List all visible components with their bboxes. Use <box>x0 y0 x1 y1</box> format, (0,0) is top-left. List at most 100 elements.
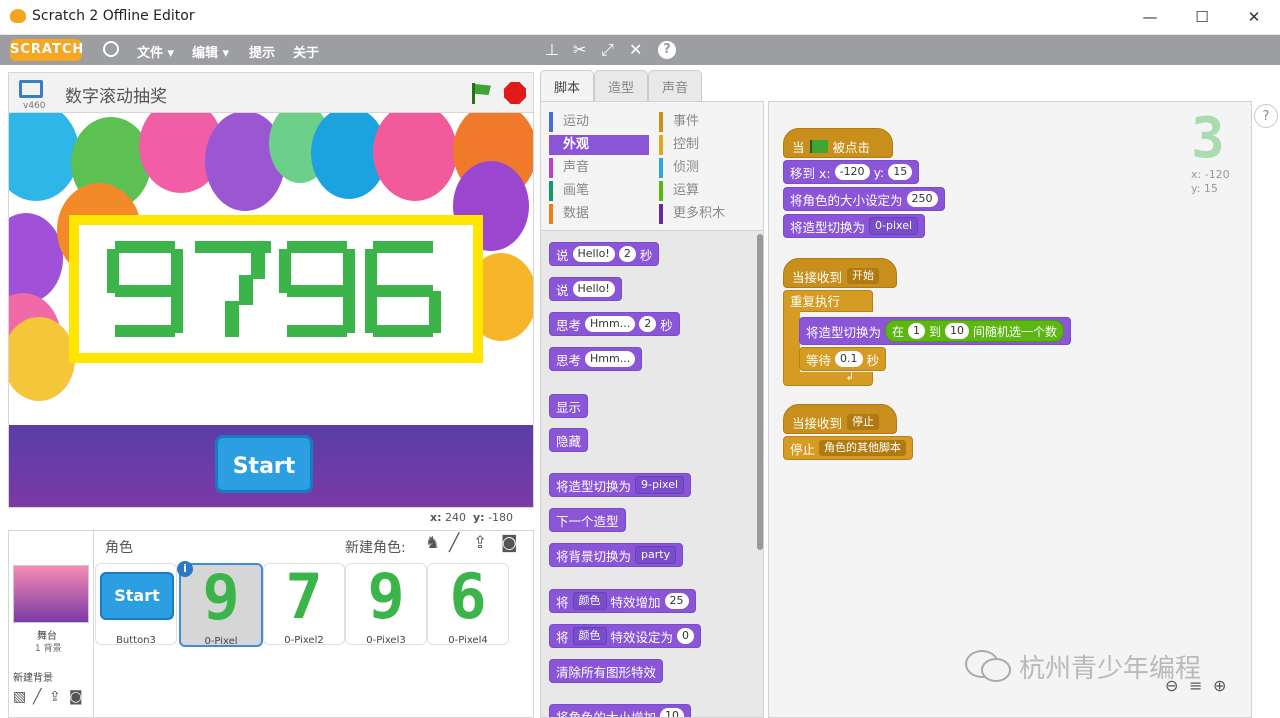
camera-backdrop-icon[interactable]: ◙ <box>69 689 83 705</box>
paint-backdrop-icon[interactable]: ╱ <box>33 689 41 705</box>
sprite-thumb-0-pixel3[interactable]: 9 0-Pixel3 <box>345 563 427 645</box>
block-dropdown[interactable]: 9-pixel <box>635 476 684 494</box>
block-switch-costume-random[interactable]: 将造型切换为 在 1 到 10 间随机选一个数 <box>799 317 1071 345</box>
block-set-size[interactable]: 将角色的大小设定为 250 <box>783 187 945 211</box>
tab-sounds[interactable]: 声音 <box>648 70 702 101</box>
hat-when-receive-start[interactable]: 当接收到 开始 <box>783 258 897 288</box>
block-dropdown[interactable]: party <box>635 546 676 564</box>
palette-scrollbar[interactable] <box>757 234 763 550</box>
block-input[interactable]: Hmm... <box>585 316 635 332</box>
block-forever[interactable]: 重复执行 <box>783 290 873 312</box>
category-data[interactable]: 数据 <box>549 204 649 224</box>
block-input[interactable]: 25 <box>665 593 689 609</box>
category-pen[interactable]: 画笔 <box>549 181 649 201</box>
zoom-reset-icon[interactable]: ≡ <box>1189 676 1202 695</box>
category-events[interactable]: 事件 <box>659 112 759 132</box>
block-say[interactable]: 说 Hello! <box>549 277 622 301</box>
block-dropdown[interactable]: 颜色 <box>573 592 607 610</box>
category-control[interactable]: 控制 <box>659 135 759 155</box>
backdrop-library-icon[interactable]: ▧ <box>13 689 26 705</box>
sprite-thumb-0-pixel-selected[interactable]: i 9 0-Pixel <box>179 563 263 647</box>
category-sound[interactable]: 声音 <box>549 158 649 178</box>
block-dropdown[interactable]: 停止 <box>847 414 879 430</box>
stage-thumbnail[interactable] <box>13 565 89 623</box>
block-switch-backdrop[interactable]: 将背景切换为 party <box>549 543 683 567</box>
hat-when-receive-stop[interactable]: 当接收到 停止 <box>783 404 897 434</box>
block-input[interactable]: 1 <box>908 323 925 339</box>
block-input[interactable]: -120 <box>835 164 870 180</box>
block-dropdown[interactable]: 颜色 <box>573 627 607 645</box>
block-input[interactable]: Hello! <box>573 246 615 262</box>
block-switch-costume[interactable]: 将造型切换为 9-pixel <box>549 473 691 497</box>
block-help-icon[interactable]: ? <box>658 41 676 59</box>
green-flag-icon[interactable] <box>469 81 493 105</box>
fullscreen-icon[interactable] <box>19 80 43 98</box>
project-title[interactable]: 数字滚动抽奖 <box>65 82 167 107</box>
tab-scripts[interactable]: 脚本 <box>540 70 594 101</box>
category-operators[interactable]: 运算 <box>659 181 759 201</box>
block-input[interactable]: 250 <box>907 191 938 207</box>
block-input[interactable]: 0 <box>677 628 694 644</box>
block-say-for-secs[interactable]: 说 Hello! 2 秒 <box>549 242 659 266</box>
globe-icon[interactable] <box>103 41 119 57</box>
block-input[interactable]: Hmm... <box>585 351 635 367</box>
start-button[interactable]: Start <box>215 435 313 493</box>
duplicate-stamp-icon[interactable]: ⊥ <box>545 40 559 59</box>
block-clear-effects[interactable]: 清除所有图形特效 <box>549 659 663 683</box>
block-stop[interactable]: 停止 角色的其他脚本 <box>783 436 913 460</box>
category-sensing[interactable]: 侦测 <box>659 158 759 178</box>
help-icon[interactable]: ? <box>1254 104 1278 128</box>
upload-sprite-icon[interactable]: ⇪ <box>473 533 487 553</box>
camera-sprite-icon[interactable]: ◙ <box>501 533 518 553</box>
delete-scissors-icon[interactable]: ✂ <box>573 40 586 59</box>
zoom-in-icon[interactable]: ⊕ <box>1213 676 1226 695</box>
block-input[interactable]: Hello! <box>573 281 615 297</box>
block-next-costume[interactable]: 下一个造型 <box>549 508 626 532</box>
category-motion[interactable]: 运动 <box>549 112 649 132</box>
block-input[interactable]: 2 <box>639 316 656 332</box>
sprite-library-icon[interactable]: ♞ <box>425 533 440 553</box>
block-think[interactable]: 思考 Hmm... <box>549 347 642 371</box>
category-more-blocks[interactable]: 更多积木 <box>659 204 759 224</box>
grow-icon[interactable]: ⤢ <box>601 40 614 60</box>
category-looks[interactable]: 外观 <box>549 135 649 155</box>
block-dropdown[interactable]: 角色的其他脚本 <box>819 440 906 456</box>
sprite-thumb-0-pixel4[interactable]: 6 0-Pixel4 <box>427 563 509 645</box>
block-go-to-xy[interactable]: 移到 x: -120 y: 15 <box>783 160 919 184</box>
block-switch-costume-script[interactable]: 将造型切换为 0-pixel <box>783 214 925 238</box>
stop-sign-icon[interactable] <box>504 82 526 104</box>
block-input[interactable]: 10 <box>945 323 969 339</box>
block-text: 说 <box>556 245 569 264</box>
paint-sprite-icon[interactable]: ╱ <box>449 533 459 553</box>
scratch-logo[interactable]: SCRATCH <box>10 39 82 61</box>
block-think-for-secs[interactable]: 思考 Hmm... 2 秒 <box>549 312 680 336</box>
block-pick-random[interactable]: 在 1 到 10 间随机选一个数 <box>885 320 1064 342</box>
block-dropdown[interactable]: 开始 <box>847 268 879 284</box>
maximize-button[interactable]: ☐ <box>1176 0 1228 34</box>
sprite-thumb-button3[interactable]: Start Button3 <box>95 563 177 645</box>
block-input[interactable]: 15 <box>888 164 912 180</box>
block-set-effect[interactable]: 将 颜色 特效设定为 0 <box>549 624 701 648</box>
shrink-icon[interactable]: ✕ <box>629 40 642 59</box>
menu-file[interactable]: 文件 ▾ <box>137 42 174 61</box>
stage-canvas[interactable]: Start <box>8 112 534 508</box>
block-dropdown[interactable]: 0-pixel <box>869 217 918 235</box>
block-hide[interactable]: 隐藏 <box>549 428 588 452</box>
zoom-out-icon[interactable]: ⊖ <box>1165 676 1178 695</box>
menu-tips[interactable]: 提示 <box>249 42 275 61</box>
script-area[interactable]: 当 被点击 移到 x: -120 y: 15 将角色的大小设定为 250 将造型… <box>768 101 1252 718</box>
tab-costumes[interactable]: 造型 <box>594 70 648 101</box>
upload-backdrop-icon[interactable]: ⇪ <box>49 689 61 705</box>
close-button[interactable]: ✕ <box>1228 0 1280 34</box>
block-input[interactable]: 2 <box>619 246 636 262</box>
menu-about[interactable]: 关于 <box>293 42 319 61</box>
block-input[interactable]: 10 <box>660 708 684 718</box>
block-show[interactable]: 显示 <box>549 394 588 418</box>
block-input[interactable]: 0.1 <box>835 351 863 367</box>
minimize-button[interactable]: — <box>1124 0 1176 34</box>
block-change-effect[interactable]: 将 颜色 特效增加 25 <box>549 589 696 613</box>
hat-when-flag-clicked[interactable]: 当 被点击 <box>783 128 893 158</box>
sprite-thumb-0-pixel2[interactable]: 7 0-Pixel2 <box>263 563 345 645</box>
block-wait[interactable]: 等待 0.1 秒 <box>799 347 886 371</box>
menu-edit[interactable]: 编辑 ▾ <box>192 42 229 61</box>
